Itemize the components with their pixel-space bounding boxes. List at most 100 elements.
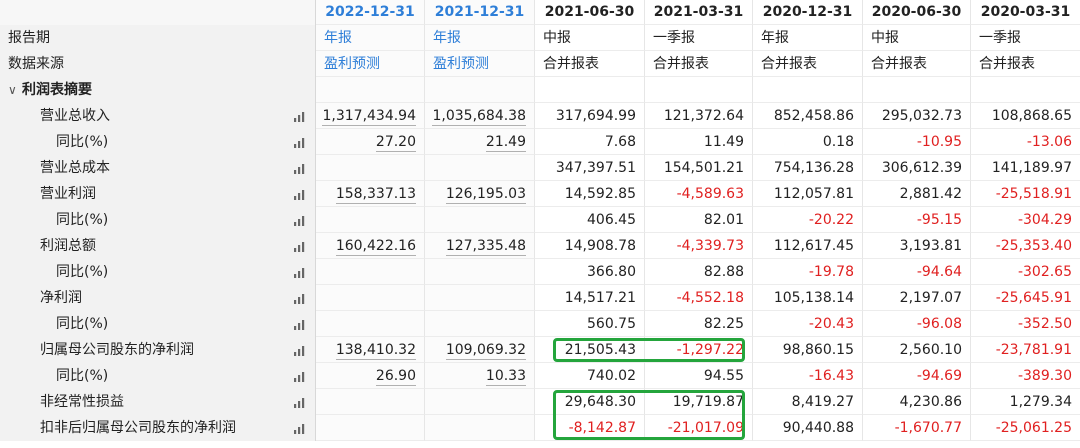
column-date-6[interactable]: 2020-03-31 xyxy=(971,0,1080,25)
value-cell: 21.49 xyxy=(425,129,535,155)
data-source-6: 合并报表 xyxy=(971,51,1080,77)
column-date-1[interactable]: 2021-12-31 xyxy=(425,0,535,25)
table-row: 同比(%) 366.80 82.88 -19.78 -94.64 -302.65 xyxy=(0,259,1080,285)
forecast-value: 109,069.32 xyxy=(445,342,526,360)
report-type-0: 年报 xyxy=(316,25,425,51)
value-cell: 138,410.32 xyxy=(316,337,425,363)
value-cell: 560.75 xyxy=(535,311,645,337)
section-empty-cell xyxy=(753,77,863,103)
data-source-1[interactable]: 盈利预测 xyxy=(425,51,535,77)
bar-chart-icon[interactable] xyxy=(293,396,307,408)
value-cell: 0.18 xyxy=(753,129,863,155)
value-cell xyxy=(425,259,535,285)
value-cell: 2,197.07 xyxy=(863,285,971,311)
bar-chart-icon[interactable] xyxy=(293,214,307,226)
data-source-2: 合并报表 xyxy=(535,51,645,77)
value-cell xyxy=(316,285,425,311)
value-cell: -25,061.25 xyxy=(971,415,1080,441)
value-cell: -94.64 xyxy=(863,259,971,285)
table-row: 利润总额 160,422.16 127,335.48 14,908.78 -4,339.… xyxy=(0,233,1080,259)
bar-chart-icon[interactable] xyxy=(293,136,307,148)
value-cell xyxy=(425,311,535,337)
report-period-label: 报告期 xyxy=(8,30,50,46)
table-row: 营业总成本 347,397.51 154,501.21 754,136.28 306,6… xyxy=(0,155,1080,181)
bar-chart-icon[interactable] xyxy=(293,370,307,382)
bar-chart-icon[interactable] xyxy=(293,422,307,434)
row-label: 同比(%) xyxy=(56,316,109,332)
bar-chart-icon[interactable] xyxy=(293,240,307,252)
value-cell: -16.43 xyxy=(753,363,863,389)
forecast-value: 26.90 xyxy=(375,368,416,386)
value-cell: -25,645.91 xyxy=(971,285,1080,311)
value-cell: 98,860.15 xyxy=(753,337,863,363)
data-source-3: 合并报表 xyxy=(645,51,753,77)
forecast-value: 27.20 xyxy=(375,134,416,152)
value-cell: 19,719.87 xyxy=(645,389,753,415)
bar-chart-icon[interactable] xyxy=(293,266,307,278)
value-cell: 27.20 xyxy=(316,129,425,155)
row-label-cell: 同比(%) xyxy=(0,207,316,233)
section-empty-cell xyxy=(971,77,1080,103)
value-cell: 740.02 xyxy=(535,363,645,389)
section-title: 利润表摘要 xyxy=(22,82,92,98)
value-cell: 112,057.81 xyxy=(753,181,863,207)
table-row: 扣非后归属母公司股东的净利润 -8,142.87 -21,017.09 90,440.… xyxy=(0,415,1080,441)
value-cell xyxy=(425,415,535,441)
value-cell: -4,552.18 xyxy=(645,285,753,311)
table-row: 同比(%) 560.75 82.25 -20.43 -96.08 -352.50 xyxy=(0,311,1080,337)
value-cell xyxy=(425,155,535,181)
value-cell: 1,035,684.38 xyxy=(425,103,535,129)
row-label-cell xyxy=(0,0,316,25)
value-cell: 94.55 xyxy=(645,363,753,389)
row-label: 营业利润 xyxy=(40,186,96,202)
report-type-2: 中报 xyxy=(535,25,645,51)
forecast-value: 138,410.32 xyxy=(335,342,416,360)
section-empty-cell xyxy=(863,77,971,103)
value-cell: 14,517.21 xyxy=(535,285,645,311)
row-label-cell: 同比(%) xyxy=(0,129,316,155)
row-label: 同比(%) xyxy=(56,264,109,280)
column-date-2[interactable]: 2021-06-30 xyxy=(535,0,645,25)
value-cell: 406.45 xyxy=(535,207,645,233)
value-cell: 26.90 xyxy=(316,363,425,389)
bar-chart-icon[interactable] xyxy=(293,162,307,174)
value-cell xyxy=(425,207,535,233)
row-label-cell: 同比(%) xyxy=(0,311,316,337)
report-type-3: 一季报 xyxy=(645,25,753,51)
row-label-cell: 归属母公司股东的净利润 xyxy=(0,337,316,363)
forecast-value: 160,422.16 xyxy=(335,238,416,256)
collapse-caret-icon[interactable]: ∨ xyxy=(8,77,17,103)
value-cell: 141,189.97 xyxy=(971,155,1080,181)
bar-chart-icon[interactable] xyxy=(293,188,307,200)
value-cell: 7.68 xyxy=(535,129,645,155)
row-label: 同比(%) xyxy=(56,134,109,150)
bar-chart-icon[interactable] xyxy=(293,318,307,330)
row-label-cell: 营业总成本 xyxy=(0,155,316,181)
column-date-3[interactable]: 2021-03-31 xyxy=(645,0,753,25)
column-date-5[interactable]: 2020-06-30 xyxy=(863,0,971,25)
value-cell: 295,032.73 xyxy=(863,103,971,129)
value-cell: -25,353.40 xyxy=(971,233,1080,259)
data-source-0[interactable]: 盈利预测 xyxy=(316,51,425,77)
row-label: 扣非后归属母公司股东的净利润 xyxy=(40,420,236,436)
value-cell xyxy=(316,415,425,441)
data-source-row: 数据来源 盈利预测 盈利预测 合并报表 合并报表 合并报表 合并报表 合并报表 xyxy=(0,51,1080,77)
value-cell: 10.33 xyxy=(425,363,535,389)
value-cell: 2,881.42 xyxy=(863,181,971,207)
bar-chart-icon[interactable] xyxy=(293,292,307,304)
value-cell xyxy=(425,389,535,415)
value-cell xyxy=(316,389,425,415)
column-date-4[interactable]: 2020-12-31 xyxy=(753,0,863,25)
table-row: 营业利润 158,337.13 126,195.03 14,592.85 -4,589.… xyxy=(0,181,1080,207)
column-date-0[interactable]: 2022-12-31 xyxy=(316,0,425,25)
section-empty-cell xyxy=(425,77,535,103)
value-cell: 121,372.64 xyxy=(645,103,753,129)
value-cell: -94.69 xyxy=(863,363,971,389)
row-label: 营业总收入 xyxy=(40,108,110,124)
header-date-row: 2022-12-31 2021-12-31 2021-06-30 2021-03-31… xyxy=(0,0,1080,25)
bar-chart-icon[interactable] xyxy=(293,344,307,356)
table-row: 净利润 14,517.21 -4,552.18 105,138.14 2,197.07-… xyxy=(0,285,1080,311)
bar-chart-icon[interactable] xyxy=(293,110,307,122)
value-cell: 109,069.32 xyxy=(425,337,535,363)
report-type-6: 一季报 xyxy=(971,25,1080,51)
